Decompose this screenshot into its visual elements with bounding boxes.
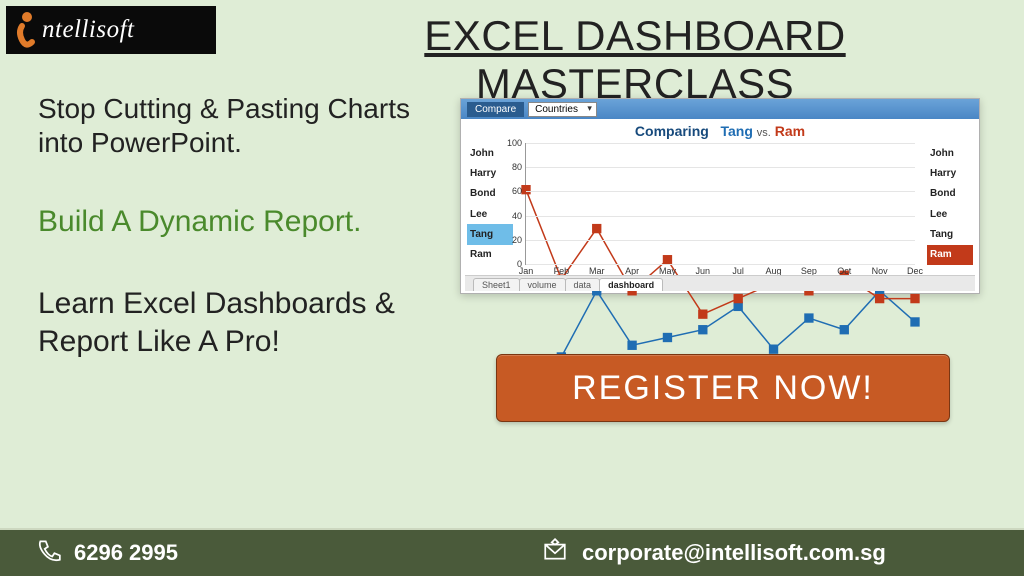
ribbon-bar: Compare Countries xyxy=(461,99,979,119)
chart-title-prefix: Comparing xyxy=(635,123,709,139)
footer-phone-block: 6296 2995 xyxy=(0,537,512,569)
chart-series1-name: Tang xyxy=(720,123,752,139)
footer-phone: 6296 2995 xyxy=(74,540,178,566)
y-tick-label: 100 xyxy=(507,138,526,148)
legend-left: JohnHarryBondLeeTangRam xyxy=(467,143,513,265)
register-label: REGISTER NOW! xyxy=(572,369,874,408)
chart-title: Comparing Tang vs. Ram xyxy=(461,123,979,139)
logo-text: ntellisoft xyxy=(42,16,135,44)
sheet-tab: Sheet1 xyxy=(473,278,520,291)
phone-icon xyxy=(36,537,62,569)
marketing-copy: Stop Cutting & Pasting Charts into Power… xyxy=(38,92,438,360)
legend-item: Lee xyxy=(927,204,973,224)
footer-email: corporate@intellisoft.com.sg xyxy=(582,540,886,566)
chart-series-svg xyxy=(526,143,915,532)
chart-series2-name: Ram xyxy=(775,123,805,139)
legend-item: Bond xyxy=(927,184,973,204)
email-icon xyxy=(542,537,568,569)
chart-vs-label: vs. xyxy=(757,127,771,139)
legend-item: Ram xyxy=(927,245,973,265)
legend-item: Ram xyxy=(467,245,513,265)
footer-email-block: corporate@intellisoft.com.sg xyxy=(512,537,1024,569)
sheet-tabs: Sheet1volumedatadashboard xyxy=(465,275,975,291)
copy-line-2: Build A Dynamic Report. xyxy=(38,205,438,239)
sheet-tab: volume xyxy=(519,278,566,291)
sheet-tab: data xyxy=(565,278,601,291)
y-tick-label: 40 xyxy=(512,211,526,221)
slide: ntellisoft EXCEL DASHBOARD MASTERCLASS S… xyxy=(0,0,1024,576)
chart-plot-area: 020406080100JanFebMarAprMayJunJulAugSepO… xyxy=(525,143,915,265)
legend-item: John xyxy=(927,143,973,163)
legend-right: JohnHarryBondLeeTangRam xyxy=(927,143,973,265)
sheet-tab: dashboard xyxy=(599,278,663,291)
y-tick-label: 60 xyxy=(512,186,526,196)
legend-item: Lee xyxy=(467,204,513,224)
legend-item: Harry xyxy=(467,163,513,183)
y-tick-label: 80 xyxy=(512,162,526,172)
legend-item: Tang xyxy=(467,224,513,244)
y-tick-label: 20 xyxy=(512,235,526,245)
copy-line-1: Stop Cutting & Pasting Charts into Power… xyxy=(38,92,438,159)
legend-item: Harry xyxy=(927,163,973,183)
brand-logo: ntellisoft xyxy=(6,6,216,54)
footer-bar: 6296 2995 corporate@intellisoft.com.sg xyxy=(0,528,1024,576)
copy-line-3: Learn Excel Dashboards & Report Like A P… xyxy=(38,285,438,360)
legend-item: Tang xyxy=(927,224,973,244)
register-button[interactable]: REGISTER NOW! xyxy=(496,354,950,422)
legend-item: Bond xyxy=(467,184,513,204)
logo-mark xyxy=(14,10,40,50)
excel-screenshot: Compare Countries Comparing Tang vs. Ram… xyxy=(460,98,980,294)
dropdown-countries: Countries xyxy=(528,102,597,117)
ribbon-tab-compare: Compare xyxy=(467,102,524,117)
